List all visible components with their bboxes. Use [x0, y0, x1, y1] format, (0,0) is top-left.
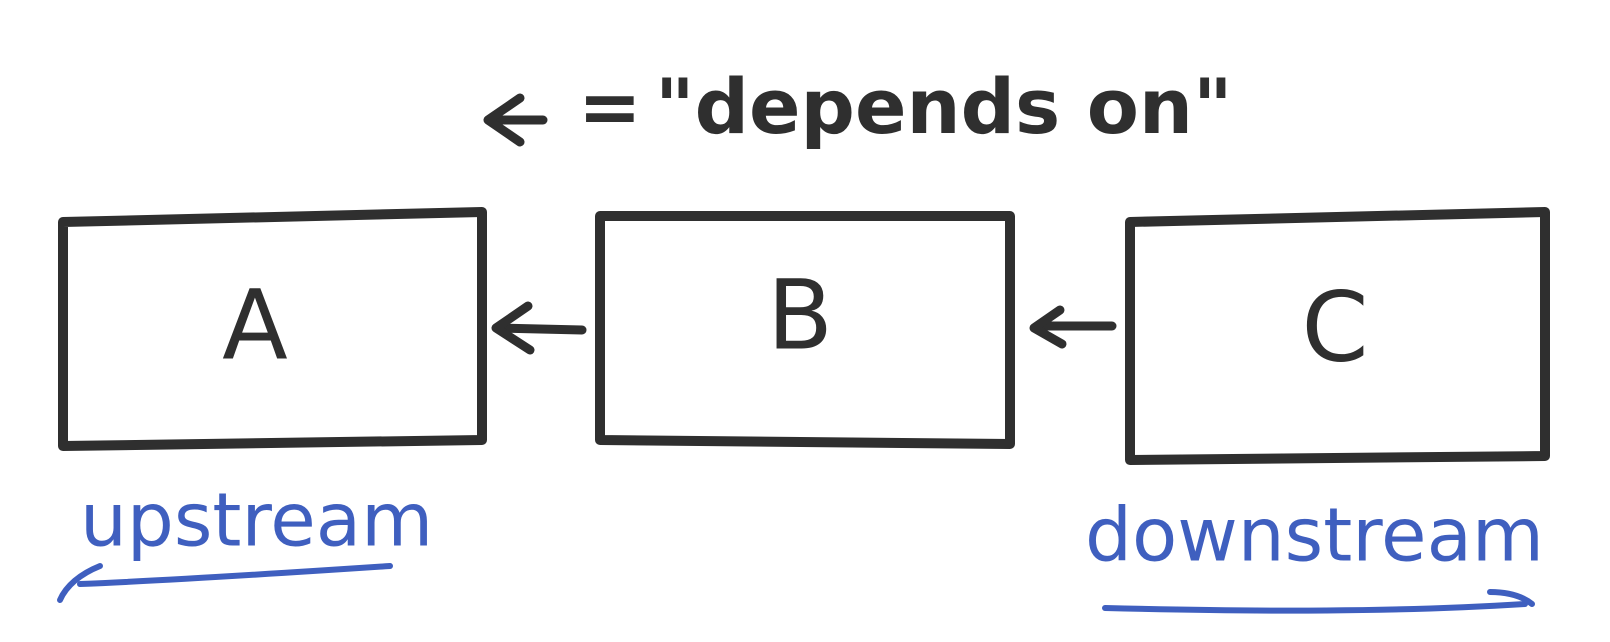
- legend: = "depends on": [483, 62, 1233, 151]
- legend-arrow-icon: [483, 93, 548, 147]
- node-c-label: C: [1301, 271, 1368, 383]
- dependency-diagram: = "depends on" A B C upstream downstream: [57, 62, 1550, 614]
- upstream-arrow-icon: [57, 563, 393, 603]
- upstream-annotation: upstream: [57, 478, 433, 603]
- node-b-label: B: [767, 259, 833, 371]
- legend-meaning: "depends on": [655, 62, 1233, 151]
- node-a: A: [58, 207, 487, 451]
- edge-b-to-a: [491, 301, 587, 355]
- edge-c-to-b: [1029, 305, 1117, 349]
- upstream-label: upstream: [80, 478, 433, 564]
- downstream-arrow-icon: [1102, 589, 1535, 614]
- legend-equals: =: [578, 62, 642, 151]
- node-b: B: [595, 211, 1015, 449]
- node-c: C: [1125, 207, 1550, 465]
- downstream-label: downstream: [1085, 493, 1544, 579]
- node-a-label: A: [222, 269, 288, 381]
- downstream-annotation: downstream: [1085, 493, 1544, 614]
